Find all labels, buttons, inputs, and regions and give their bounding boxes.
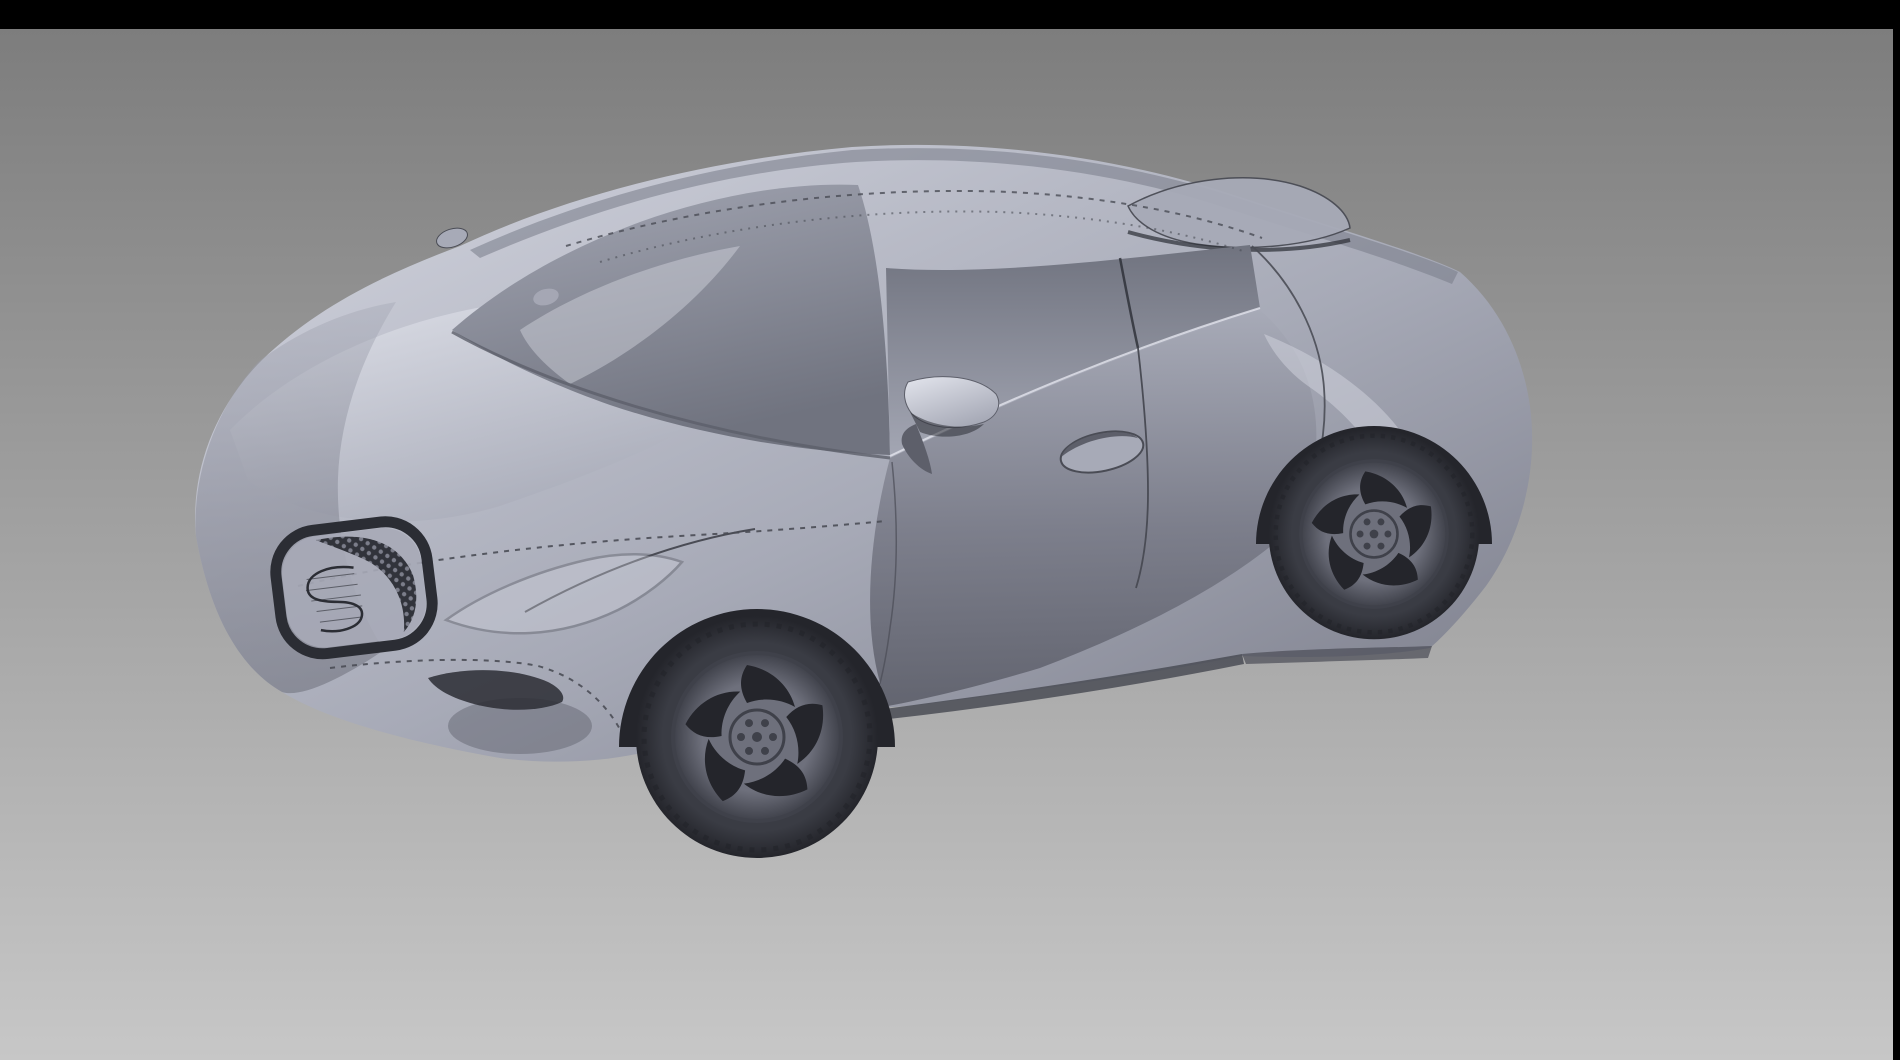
letterbox-right-bar xyxy=(1893,0,1900,1060)
letterbox-top-bar xyxy=(0,0,1900,29)
3d-viewport[interactable] xyxy=(0,29,1893,1060)
application-window xyxy=(0,0,1900,1060)
